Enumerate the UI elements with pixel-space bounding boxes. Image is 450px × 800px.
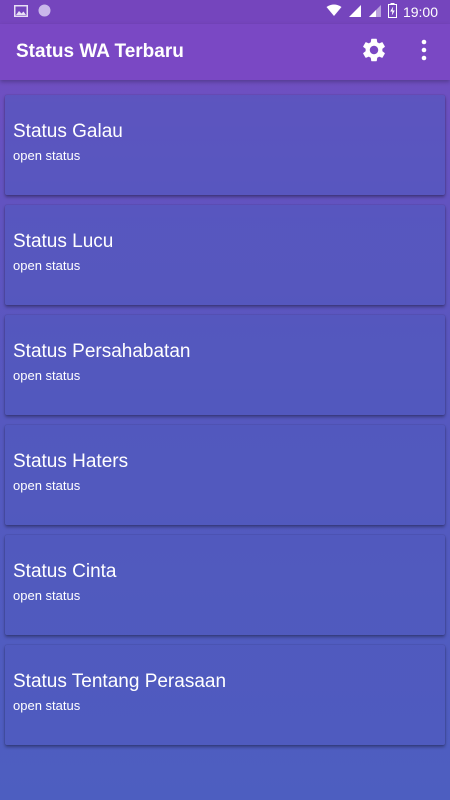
card-title: Status Galau bbox=[13, 121, 123, 142]
card-title: Status Haters bbox=[13, 451, 129, 472]
status-bar-left bbox=[14, 4, 51, 22]
signal-icon bbox=[368, 4, 382, 21]
list-item[interactable]: Status Tentang Perasaan open status bbox=[5, 645, 445, 745]
card-subtitle: open status bbox=[13, 368, 81, 383]
list-item[interactable]: Status Galau open status bbox=[5, 95, 445, 195]
card-title: Status Persahabatan bbox=[13, 341, 191, 362]
wifi-icon bbox=[326, 4, 342, 20]
gear-icon bbox=[360, 36, 388, 69]
settings-button[interactable] bbox=[358, 36, 390, 68]
card-subtitle: open status bbox=[13, 478, 81, 493]
card-title: Status Lucu bbox=[13, 231, 114, 252]
app-toolbar: Status WA Terbaru bbox=[0, 24, 450, 80]
clock-time: 19:00 bbox=[402, 4, 438, 20]
toolbar-actions bbox=[358, 36, 440, 68]
list-item[interactable]: Status Cinta open status bbox=[5, 535, 445, 635]
signal-icon bbox=[348, 4, 362, 21]
card-title: Status Cinta bbox=[13, 561, 117, 582]
system-status-bar: 19:00 bbox=[0, 0, 450, 24]
list-item[interactable]: Status Lucu open status bbox=[5, 205, 445, 305]
circle-notification-icon bbox=[38, 4, 51, 22]
status-bar-right: 19:00 bbox=[326, 3, 438, 21]
card-subtitle: open status bbox=[13, 258, 81, 273]
overflow-menu-button[interactable] bbox=[408, 36, 440, 68]
card-subtitle: open status bbox=[13, 698, 81, 713]
card-subtitle: open status bbox=[13, 148, 81, 163]
app-title: Status WA Terbaru bbox=[16, 41, 184, 62]
more-vert-icon bbox=[421, 39, 427, 66]
list-item[interactable]: Status Haters open status bbox=[5, 425, 445, 525]
list-item[interactable]: Status Persahabatan open status bbox=[5, 315, 445, 415]
card-title: Status Tentang Perasaan bbox=[13, 671, 227, 692]
battery-charging-icon bbox=[387, 3, 397, 21]
card-subtitle: open status bbox=[13, 588, 81, 603]
image-icon bbox=[14, 4, 28, 22]
